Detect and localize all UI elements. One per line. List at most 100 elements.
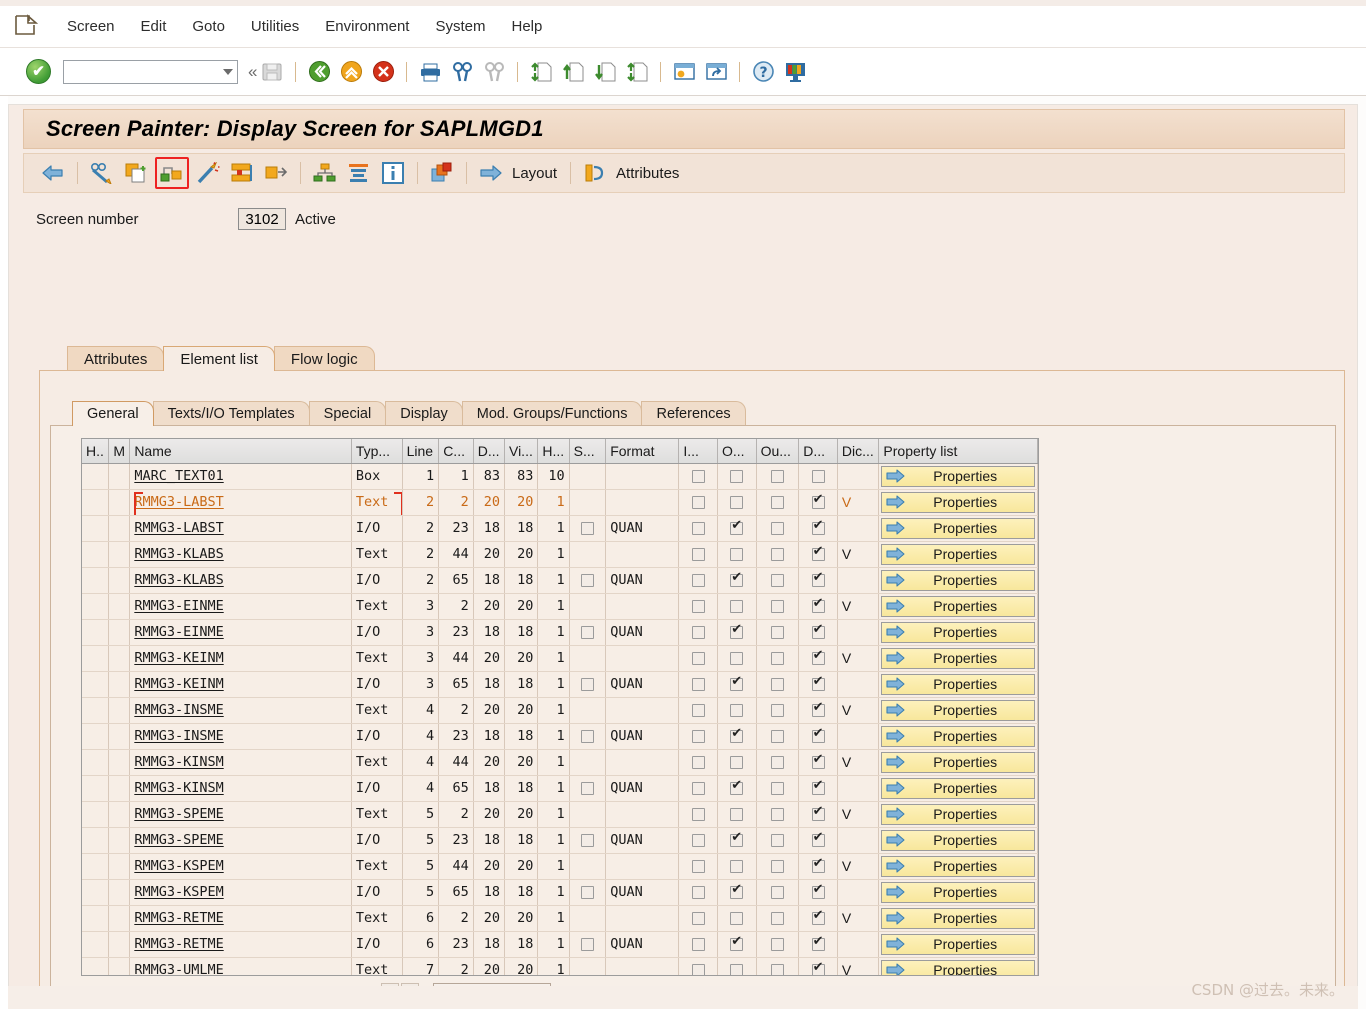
shortcut-icon[interactable]	[703, 59, 729, 85]
checkbox[interactable]	[770, 729, 784, 743]
cell-o[interactable]	[717, 515, 757, 542]
checkbox[interactable]	[580, 573, 594, 587]
cell-o[interactable]	[717, 593, 757, 620]
checkbox[interactable]	[580, 625, 594, 639]
cell-i[interactable]	[678, 671, 718, 698]
cell-name[interactable]: RMMG3-LABST	[129, 515, 352, 542]
checkbox[interactable]	[691, 807, 705, 821]
cell-o[interactable]	[717, 801, 757, 828]
attributes-button[interactable]: Attributes	[578, 158, 685, 188]
hierarchy-icon[interactable]	[310, 158, 340, 188]
table-header-prop[interactable]: Property list	[878, 439, 1038, 464]
table-header-s[interactable]: S...	[569, 439, 607, 464]
table-header-i[interactable]: I...	[678, 439, 718, 464]
cell-d[interactable]	[798, 489, 838, 516]
cell-ou[interactable]	[756, 593, 800, 620]
cell-d[interactable]	[798, 775, 838, 802]
cell-name[interactable]: RMMG3-UMLME	[129, 957, 352, 975]
cell-i[interactable]	[678, 593, 718, 620]
cell-ou[interactable]	[756, 905, 800, 932]
properties-button[interactable]: Properties	[881, 751, 1035, 773]
cell-name[interactable]: RMMG3-RETME	[129, 931, 352, 958]
checkbox[interactable]	[691, 859, 705, 873]
checkbox[interactable]	[730, 571, 744, 587]
cell-i[interactable]	[678, 567, 718, 594]
table-row[interactable]: RMMG3-KLABSText24420201VProperties	[82, 541, 1038, 568]
cell-name[interactable]: RMMG3-LABST	[129, 489, 352, 516]
cell-name[interactable]: RMMG3-RETME	[129, 905, 352, 932]
checkbox[interactable]	[730, 831, 744, 847]
command-input[interactable]	[64, 60, 219, 83]
table-row[interactable]: RMMG3-INSMEI/O42318181QUANProperties	[82, 723, 1038, 750]
properties-button[interactable]: Properties	[881, 647, 1035, 669]
cell-s[interactable]	[569, 515, 607, 542]
table-header-vis[interactable]: Vi...	[504, 439, 539, 464]
table-header-m[interactable]: M	[108, 439, 131, 464]
cell-i[interactable]	[678, 515, 718, 542]
cell-ou[interactable]	[756, 801, 800, 828]
collapse-chevrons[interactable]: «	[248, 62, 258, 82]
cell-name[interactable]: RMMG3-KEINM	[129, 671, 352, 698]
next-page-icon[interactable]	[592, 59, 618, 85]
cell-i[interactable]	[678, 801, 718, 828]
table-row[interactable]: RMMG3-KSPEMText54420201VProperties	[82, 853, 1038, 880]
cell-ou[interactable]	[756, 619, 800, 646]
properties-button[interactable]: Properties	[881, 933, 1035, 955]
checkbox[interactable]	[770, 755, 784, 769]
menu-item-environment[interactable]: Environment	[312, 15, 422, 38]
menu-item-goto[interactable]: Goto	[179, 15, 238, 38]
layout-button[interactable]: Layout	[474, 158, 563, 188]
checkbox[interactable]	[730, 859, 744, 873]
tab-display[interactable]: Display	[385, 401, 463, 426]
cell-o[interactable]	[717, 957, 757, 975]
cell-d[interactable]	[798, 853, 838, 880]
cell-d[interactable]	[798, 541, 838, 568]
checkbox[interactable]	[770, 859, 784, 873]
checkbox[interactable]	[691, 885, 705, 899]
menu-item-help[interactable]: Help	[499, 15, 556, 38]
cell-ou[interactable]	[756, 853, 800, 880]
cell-d[interactable]	[798, 723, 838, 750]
table-row[interactable]: RMMG3-UMLMEText7220201VProperties	[82, 957, 1038, 975]
cell-name[interactable]: RMMG3-SPEME	[129, 827, 352, 854]
find-icon[interactable]	[449, 59, 475, 85]
checkbox[interactable]	[730, 911, 744, 925]
cell-i[interactable]	[678, 749, 718, 776]
table-header-format[interactable]: Format	[605, 439, 680, 464]
save-icon[interactable]	[259, 59, 285, 85]
menu-item-edit[interactable]: Edit	[128, 15, 180, 38]
checkbox[interactable]	[770, 599, 784, 613]
cell-o[interactable]	[717, 619, 757, 646]
checkbox[interactable]	[730, 651, 744, 665]
checkbox[interactable]	[730, 727, 744, 743]
cell-name[interactable]: RMMG3-KSPEM	[129, 853, 352, 880]
checkbox[interactable]	[730, 495, 744, 509]
checkbox[interactable]	[770, 937, 784, 951]
tab-attributes[interactable]: Attributes	[67, 346, 165, 371]
properties-button[interactable]: Properties	[881, 855, 1035, 877]
checkbox[interactable]	[811, 779, 825, 795]
checkbox[interactable]	[691, 573, 705, 587]
checkbox[interactable]	[691, 755, 705, 769]
properties-button[interactable]: Properties	[881, 673, 1035, 695]
checkbox[interactable]	[770, 781, 784, 795]
checkbox[interactable]	[811, 727, 825, 743]
table-header-name[interactable]: Name	[129, 439, 352, 464]
checkbox[interactable]	[730, 703, 744, 717]
checkbox[interactable]	[691, 547, 705, 561]
checkbox[interactable]	[691, 651, 705, 665]
checkbox[interactable]	[770, 573, 784, 587]
back-green-icon[interactable]	[306, 59, 332, 85]
enter-ok-button[interactable]: ✔	[26, 59, 51, 84]
cell-name[interactable]: RMMG3-KINSM	[129, 749, 352, 776]
cell-i[interactable]	[678, 957, 718, 975]
cell-ou[interactable]	[756, 749, 800, 776]
checkbox[interactable]	[580, 885, 594, 899]
cell-d[interactable]	[798, 879, 838, 906]
back-arrow-icon[interactable]	[38, 158, 68, 188]
cell-ou[interactable]	[756, 671, 800, 698]
cell-o[interactable]	[717, 671, 757, 698]
table-header-type[interactable]: Typ...	[351, 439, 403, 464]
cell-d[interactable]	[798, 905, 838, 932]
checkbox[interactable]	[770, 833, 784, 847]
